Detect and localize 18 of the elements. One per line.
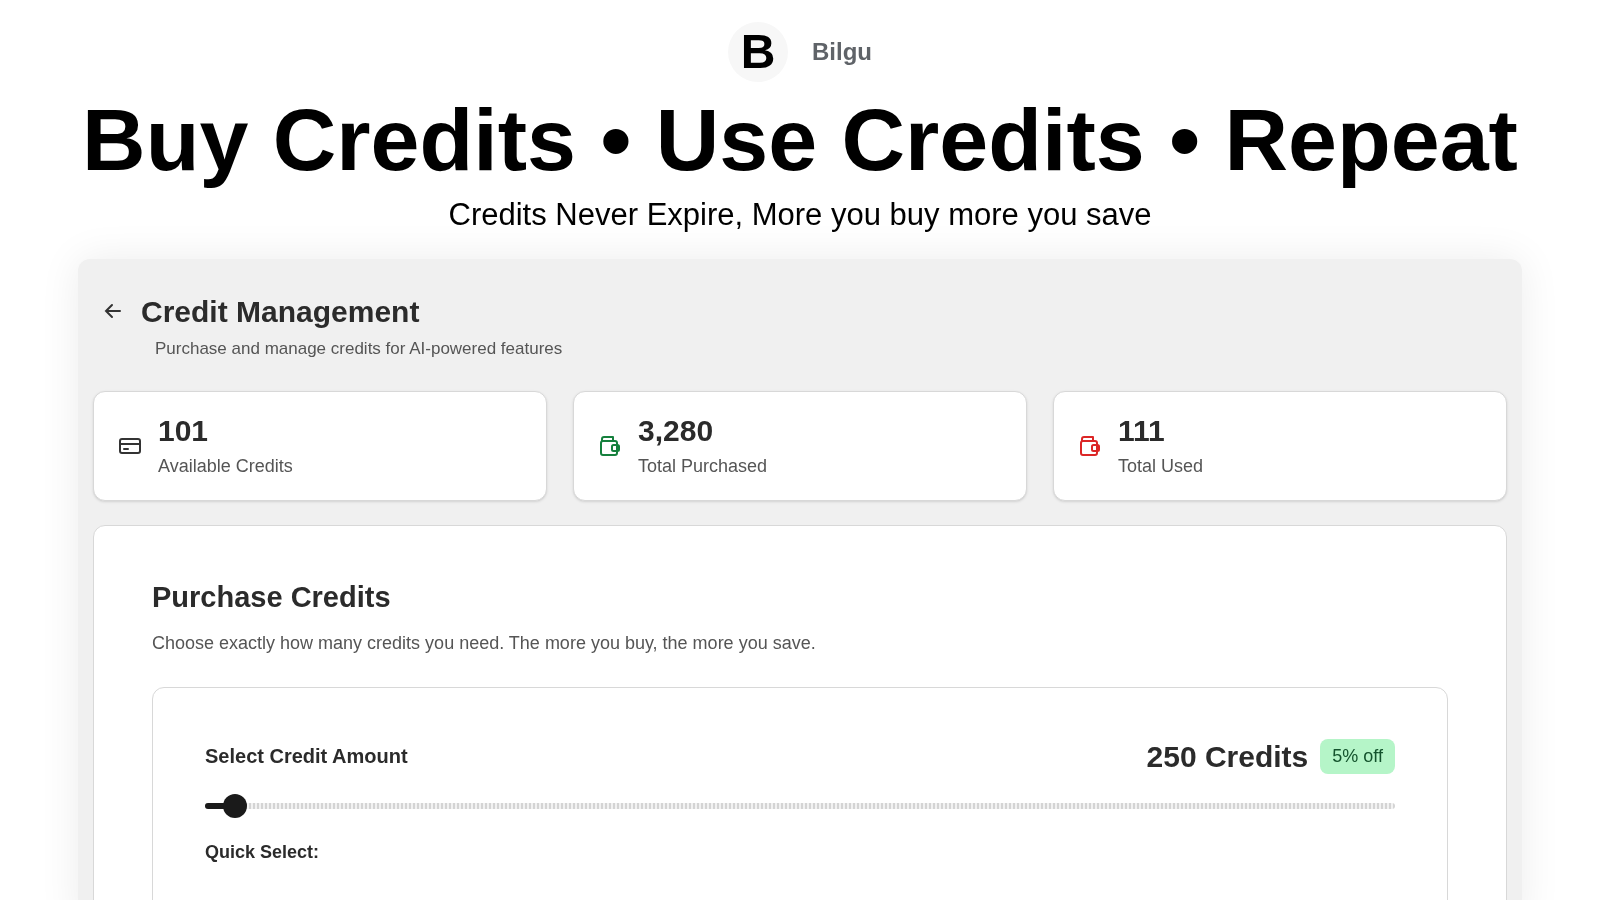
brand-name: Bilgu [812,37,872,67]
stat-label: Total Used [1118,455,1204,479]
discount-badge: 5% off [1320,738,1395,774]
stat-label: Available Credits [158,455,293,479]
stat-value: 111 [1118,412,1166,449]
page-title: Credit Management [141,293,420,330]
stat-value: 101 [158,412,210,449]
stat-label: Total Purchased [638,455,768,479]
logo: B [728,22,788,82]
slider-thumb[interactable] [222,793,247,818]
quick-select-label: Quick Select: [205,840,321,864]
stat-value: 3,280 [638,412,715,449]
page-description: Purchase and manage credits for AI-powered features [155,337,564,360]
credit-amount: 250 Credits [1146,738,1309,775]
section-title: Purchase Credits [152,580,392,615]
hero-subtitle: Credits Never Expire, More you buy more you save [448,196,1152,234]
selector-label: Select Credit Amount [205,744,408,769]
section-description: Choose exactly how many credits you need. The more you buy, the more you save. [152,631,817,655]
